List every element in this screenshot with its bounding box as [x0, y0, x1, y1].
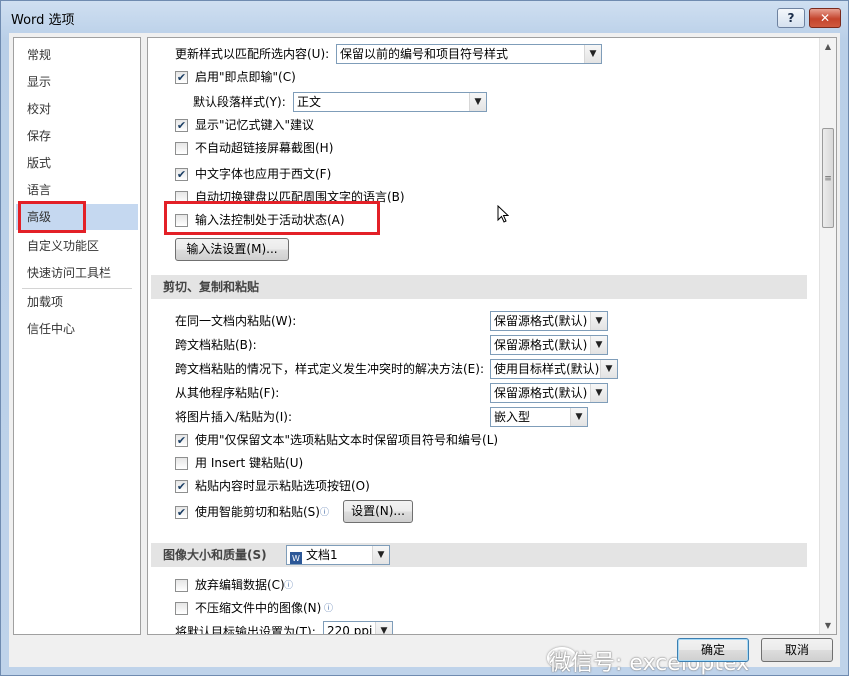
info-icon: ⓘ: [284, 581, 294, 591]
title-bar: Word 选项 ? ✕: [1, 1, 848, 33]
default-paragraph-style-select[interactable]: 正文 ▼: [293, 92, 487, 112]
paste-cross-doc-select[interactable]: 保留源格式(默认) ▼: [490, 335, 608, 355]
default-target-output-label: 将默认目标输出设置为(T):: [175, 625, 316, 635]
paste-style-conflict-label: 跨文档粘贴的情况下，样式定义发生冲突时的解决方法(E):: [175, 362, 484, 376]
nav-item-quick-access-toolbar[interactable]: 快速访问工具栏: [16, 260, 138, 286]
paste-same-doc-value: 保留源格式(默认): [494, 314, 588, 328]
insert-key-paste-checkbox[interactable]: [175, 457, 188, 470]
chevron-down-icon: ▼: [570, 408, 587, 426]
chevron-down-icon: ▼: [590, 312, 607, 330]
click-and-type-label: 启用"即点即输"(C): [195, 70, 296, 84]
scroll-down-icon[interactable]: ▼: [820, 617, 836, 634]
default-paragraph-style-value: 正文: [297, 95, 322, 109]
word-options-window: Word 选项 ? ✕ 常规 显示 校对 保存 版式 语言 高级 自定义功能区 …: [0, 0, 849, 676]
highlight-box-advanced: [18, 201, 86, 233]
close-button[interactable]: ✕: [809, 8, 841, 28]
click-and-type-checkbox[interactable]: ✔: [175, 71, 188, 84]
insert-picture-as-label: 将图片插入/粘贴为(I):: [175, 410, 292, 424]
chevron-down-icon: ▼: [584, 45, 601, 63]
show-paste-options-label: 粘贴内容时显示粘贴选项按钮(O): [195, 479, 370, 493]
image-quality-document-value: 文档1: [306, 548, 338, 562]
chevron-down-icon: ▼: [590, 384, 607, 402]
cancel-button[interactable]: 取消: [761, 638, 833, 662]
no-auto-hyperlink-checkbox[interactable]: [175, 142, 188, 155]
ime-settings-button[interactable]: 输入法设置(M)...: [175, 238, 289, 261]
dialog-client: 常规 显示 校对 保存 版式 语言 高级 自定义功能区 快速访问工具栏 加载项 …: [9, 33, 840, 676]
no-auto-hyperlink-label: 不自动超链接屏幕截图(H): [195, 141, 334, 155]
chevron-down-icon: ▼: [590, 336, 607, 354]
word-document-icon: W: [290, 552, 302, 564]
update-style-label: 更新样式以匹配所选内容(U):: [175, 47, 330, 61]
scrollbar-thumb[interactable]: ≡: [822, 128, 834, 228]
nav-item-add-ins[interactable]: 加载项: [16, 289, 138, 315]
chinese-font-western-label: 中文字体也应用于西文(F): [195, 167, 332, 181]
discard-edit-data-label: 放弃编辑数据(C): [195, 578, 285, 592]
scroll-up-icon[interactable]: ▲: [820, 38, 836, 55]
ok-button[interactable]: 确定: [677, 638, 749, 662]
image-quality-label: 图像大小和质量(S): [163, 548, 267, 562]
update-style-select[interactable]: 保留以前的编号和项目符号样式 ▼: [336, 44, 602, 64]
show-autocomplete-checkbox[interactable]: ✔: [175, 119, 188, 132]
image-quality-document-select[interactable]: W 文档1 ▼: [286, 545, 390, 565]
paste-same-doc-label: 在同一文档内粘贴(W):: [175, 314, 297, 328]
insert-key-paste-label: 用 Insert 键粘贴(U): [195, 456, 304, 470]
section-header-image-quality: 图像大小和质量(S): [151, 543, 807, 567]
chevron-down-icon: ▼: [375, 622, 392, 634]
info-icon: ⓘ: [320, 508, 330, 518]
advanced-options-panel: 更新样式以匹配所选内容(U): 保留以前的编号和项目符号样式 ▼ ✔ 启用"即点…: [147, 37, 837, 635]
nav-item-language[interactable]: 语言: [16, 177, 138, 203]
paste-cross-doc-label: 跨文档粘贴(B):: [175, 338, 257, 352]
show-paste-options-checkbox[interactable]: ✔: [175, 480, 188, 493]
nav-item-trust-center[interactable]: 信任中心: [16, 316, 138, 342]
paste-cross-doc-value: 保留源格式(默认): [494, 338, 588, 352]
default-paragraph-style-label: 默认段落样式(Y):: [193, 95, 286, 109]
chevron-down-icon: ▼: [600, 360, 617, 378]
paste-style-conflict-value: 使用目标样式(默认): [494, 362, 600, 376]
smart-paste-settings-button[interactable]: 设置(N)...: [343, 500, 413, 523]
nav-item-customize-ribbon[interactable]: 自定义功能区: [16, 233, 138, 259]
chevron-down-icon: ▼: [469, 93, 486, 111]
nav-item-proofing[interactable]: 校对: [16, 96, 138, 122]
nav-item-general[interactable]: 常规: [16, 42, 138, 68]
no-compress-images-label: 不压缩文件中的图像(N): [195, 601, 322, 615]
keep-bullets-label: 使用"仅保留文本"选项粘贴文本时保留项目符号和编号(L): [195, 433, 499, 447]
paste-same-doc-select[interactable]: 保留源格式(默认) ▼: [490, 311, 608, 331]
smart-cut-paste-label: 使用智能剪切和粘贴(S): [195, 505, 320, 519]
info-icon: ⓘ: [324, 604, 334, 614]
chevron-down-icon: ▼: [372, 546, 389, 564]
smart-cut-paste-checkbox[interactable]: ✔: [175, 506, 188, 519]
nav-item-save[interactable]: 保存: [16, 123, 138, 149]
discard-edit-data-checkbox[interactable]: [175, 579, 188, 592]
default-target-output-value: 220 ppi: [327, 624, 373, 635]
nav-item-typography[interactable]: 版式: [16, 150, 138, 176]
paste-other-program-value: 保留源格式(默认): [494, 386, 588, 400]
highlight-box-ime: [164, 201, 380, 235]
section-header-cut-copy-paste: 剪切、复制和粘贴: [151, 275, 807, 299]
mouse-pointer-icon: [497, 205, 509, 223]
default-target-output-select[interactable]: 220 ppi ▼: [323, 621, 393, 635]
insert-picture-as-value: 嵌入型: [494, 410, 531, 424]
help-button[interactable]: ?: [777, 8, 805, 28]
paste-other-program-label: 从其他程序粘贴(F):: [175, 386, 280, 400]
show-autocomplete-label: 显示"记忆式键入"建议: [195, 118, 315, 132]
paste-style-conflict-select[interactable]: 使用目标样式(默认) ▼: [490, 359, 618, 379]
nav-item-display[interactable]: 显示: [16, 69, 138, 95]
options-nav: 常规 显示 校对 保存 版式 语言 高级 自定义功能区 快速访问工具栏 加载项 …: [13, 37, 141, 635]
keep-bullets-checkbox[interactable]: ✔: [175, 434, 188, 447]
window-title: Word 选项: [11, 13, 75, 28]
paste-other-program-select[interactable]: 保留源格式(默认) ▼: [490, 383, 608, 403]
update-style-value: 保留以前的编号和项目符号样式: [340, 47, 509, 61]
insert-picture-as-select[interactable]: 嵌入型 ▼: [490, 407, 588, 427]
no-compress-images-checkbox[interactable]: [175, 602, 188, 615]
vertical-scrollbar[interactable]: ▲ ≡ ▼: [819, 38, 836, 634]
chinese-font-western-checkbox[interactable]: ✔: [175, 168, 188, 181]
